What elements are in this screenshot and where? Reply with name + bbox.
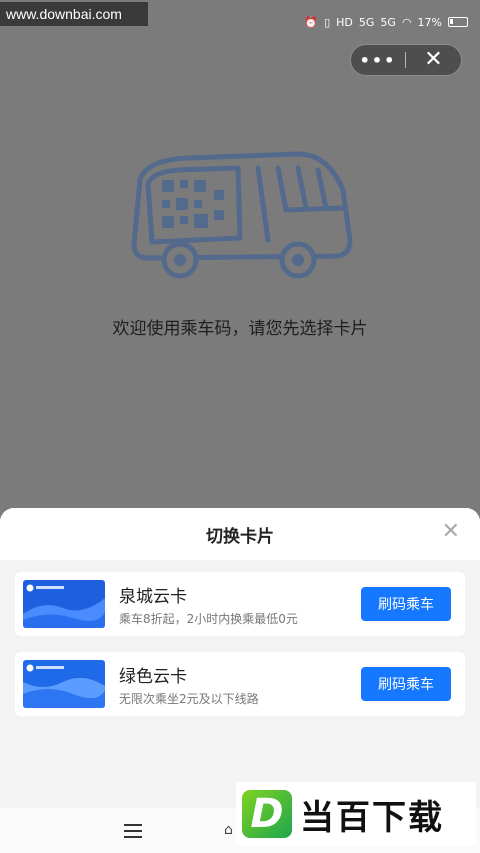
network-5g-2: 5G xyxy=(380,15,396,29)
more-icon[interactable]: ••• xyxy=(351,51,405,70)
card-description: 无限次乘坐2元及以下线路 xyxy=(119,692,259,706)
vibrate-icon: ▯ xyxy=(324,15,331,29)
brand-watermark: D 当百下载 xyxy=(236,782,476,846)
card-item-green[interactable]: 绿色云卡 无限次乘坐2元及以下线路 刷码乘车 xyxy=(15,652,465,716)
alarm-icon: ⏰ xyxy=(304,15,319,29)
battery-percent: 17% xyxy=(417,15,442,29)
quancheng-card-thumbnail xyxy=(23,580,105,628)
sheet-close-icon[interactable]: ✕ xyxy=(442,520,460,544)
sheet-title: 切换卡片 xyxy=(206,527,274,547)
battery-icon xyxy=(448,17,468,27)
status-bar: ⏰ ▯ HD 5G 5G ◠ 17% xyxy=(304,12,468,32)
network-5g-1: 5G xyxy=(358,15,375,29)
watermark-url: www.downbai.com xyxy=(0,2,148,26)
welcome-message: 欢迎使用乘车码，请您先选择卡片 xyxy=(112,319,368,339)
wifi-icon: ◠ xyxy=(401,15,412,29)
card-name: 泉城云卡 xyxy=(119,587,187,607)
close-icon[interactable]: ✕ xyxy=(406,45,461,75)
brand-name: 当百下载 xyxy=(300,797,444,838)
card-item-quancheng[interactable]: 泉城云卡 乘车8折起，2小时内换乘最低0元 刷码乘车 xyxy=(15,572,465,636)
menu-icon[interactable] xyxy=(124,824,142,838)
brand-logo-icon: D xyxy=(242,790,292,838)
miniapp-capsule: ••• ✕ xyxy=(350,44,462,76)
scan-ride-button[interactable]: 刷码乘车 xyxy=(361,587,451,621)
hd-indicator: HD xyxy=(336,15,353,29)
sheet-header: 切换卡片 ✕ xyxy=(0,508,480,560)
green-card-thumbnail xyxy=(23,660,105,708)
scan-ride-button[interactable]: 刷码乘车 xyxy=(361,667,451,701)
card-name: 绿色云卡 xyxy=(119,667,187,687)
home-icon[interactable]: ⌂ xyxy=(224,822,233,838)
bus-qr-illustration xyxy=(131,151,353,279)
card-description: 乘车8折起，2小时内换乘最低0元 xyxy=(119,612,298,626)
